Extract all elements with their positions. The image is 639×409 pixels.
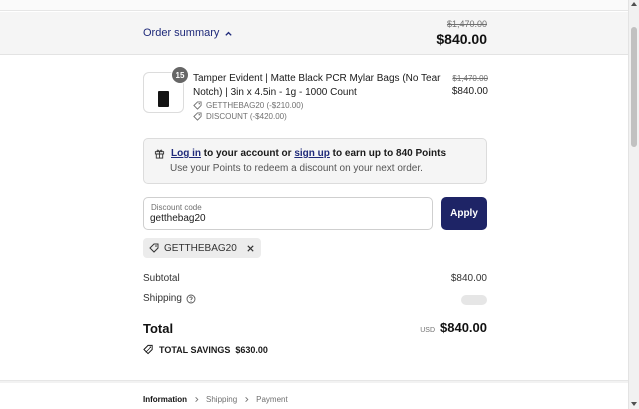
rewards-text: Log in to your account or sign up to ear… — [171, 148, 446, 159]
total-savings-value: $630.00 — [235, 344, 268, 355]
breadcrumb-payment[interactable]: Payment — [256, 395, 288, 404]
total-row: Total USD $840.00 — [143, 320, 487, 338]
item-discount-1-label: GETTHEBAG20 (-$210.00) — [206, 101, 304, 110]
chevron-right-icon — [245, 397, 249, 402]
gift-icon — [154, 149, 165, 159]
close-icon[interactable] — [246, 244, 255, 253]
shipping-placeholder — [461, 295, 487, 305]
scroll-down-arrow-icon[interactable] — [631, 402, 637, 406]
breadcrumb-shipping[interactable]: Shipping — [206, 395, 237, 404]
tag-icon — [193, 101, 202, 110]
line-item: 15 Tamper Evident | Matte Black PCR Myla… — [143, 66, 488, 122]
total-value: $840.00 — [440, 320, 487, 335]
rewards-text-middle: to your account or — [201, 148, 295, 159]
tag-icon — [193, 112, 202, 121]
signup-link[interactable]: sign up — [294, 148, 330, 159]
rewards-headline: Log in to your account or sign up to ear… — [154, 148, 446, 159]
discount-code-field[interactable]: Discount code — [143, 197, 433, 230]
help-icon[interactable] — [186, 294, 196, 304]
applied-discount-code: GETTHEBAG20 — [164, 242, 237, 254]
apply-button[interactable]: Apply — [441, 197, 487, 230]
shipping-label-group: Shipping — [143, 293, 487, 304]
rewards-banner: Log in to your account or sign up to ear… — [143, 138, 487, 184]
quantity-badge: 15 — [171, 66, 189, 84]
product-title: Tamper Evident | Matte Black PCR Mylar B… — [193, 73, 441, 98]
applied-discount-chip: GETTHEBAG20 — [143, 238, 261, 258]
discount-code-label: Discount code — [151, 203, 202, 212]
section-divider — [0, 380, 628, 383]
subtotal-value: $840.00 — [450, 273, 487, 284]
tag-icon — [149, 243, 159, 253]
shipping-label: Shipping — [143, 293, 182, 304]
total-value-group: USD $840.00 — [420, 320, 487, 335]
breadcrumb: Information Shipping Payment — [143, 395, 288, 404]
subtotal-label: Subtotal — [143, 273, 180, 284]
total-savings: TOTAL SAVINGS $630.00 — [143, 344, 268, 355]
total-label: Total — [143, 321, 174, 336]
order-summary-bar[interactable]: Order summary $1,470.00 $840.00 — [0, 12, 628, 55]
scroll-up-arrow-icon[interactable] — [631, 2, 637, 6]
chevron-right-icon — [195, 397, 199, 402]
subtotal-row: Subtotal $840.00 — [143, 273, 487, 284]
tags-icon — [143, 344, 153, 355]
item-compare-price: $1,470.00 — [452, 74, 488, 83]
chevron-up-icon — [225, 31, 233, 36]
scroll-thumb[interactable] — [631, 27, 637, 147]
top-strip — [0, 0, 628, 11]
discount-code-input[interactable] — [150, 213, 420, 224]
mylar-bag-image — [158, 91, 169, 107]
vertical-scrollbar[interactable] — [628, 0, 639, 409]
summary-total-price: $840.00 — [436, 31, 487, 47]
shipping-row: Shipping — [143, 293, 487, 305]
total-savings-label: TOTAL SAVINGS — [159, 344, 231, 355]
item-discount-2: DISCOUNT (-$420.00) — [193, 112, 287, 121]
currency-code: USD — [420, 327, 435, 334]
summary-compare-price: $1,470.00 — [446, 19, 487, 29]
item-discount-1: GETTHEBAG20 (-$210.00) — [193, 101, 303, 110]
order-summary-toggle[interactable]: Order summary — [143, 27, 233, 39]
item-discount-2-label: DISCOUNT (-$420.00) — [206, 112, 287, 121]
login-link[interactable]: Log in — [171, 148, 201, 159]
checkout-page: Order summary $1,470.00 $840.00 15 Tampe… — [0, 0, 628, 409]
rewards-subtext: Use your Points to redeem a discount on … — [170, 163, 423, 174]
order-summary-label: Order summary — [143, 27, 220, 39]
breadcrumb-information: Information — [143, 395, 187, 404]
item-price: $840.00 — [451, 86, 488, 97]
rewards-text-end: to earn up to 840 Points — [329, 148, 447, 159]
